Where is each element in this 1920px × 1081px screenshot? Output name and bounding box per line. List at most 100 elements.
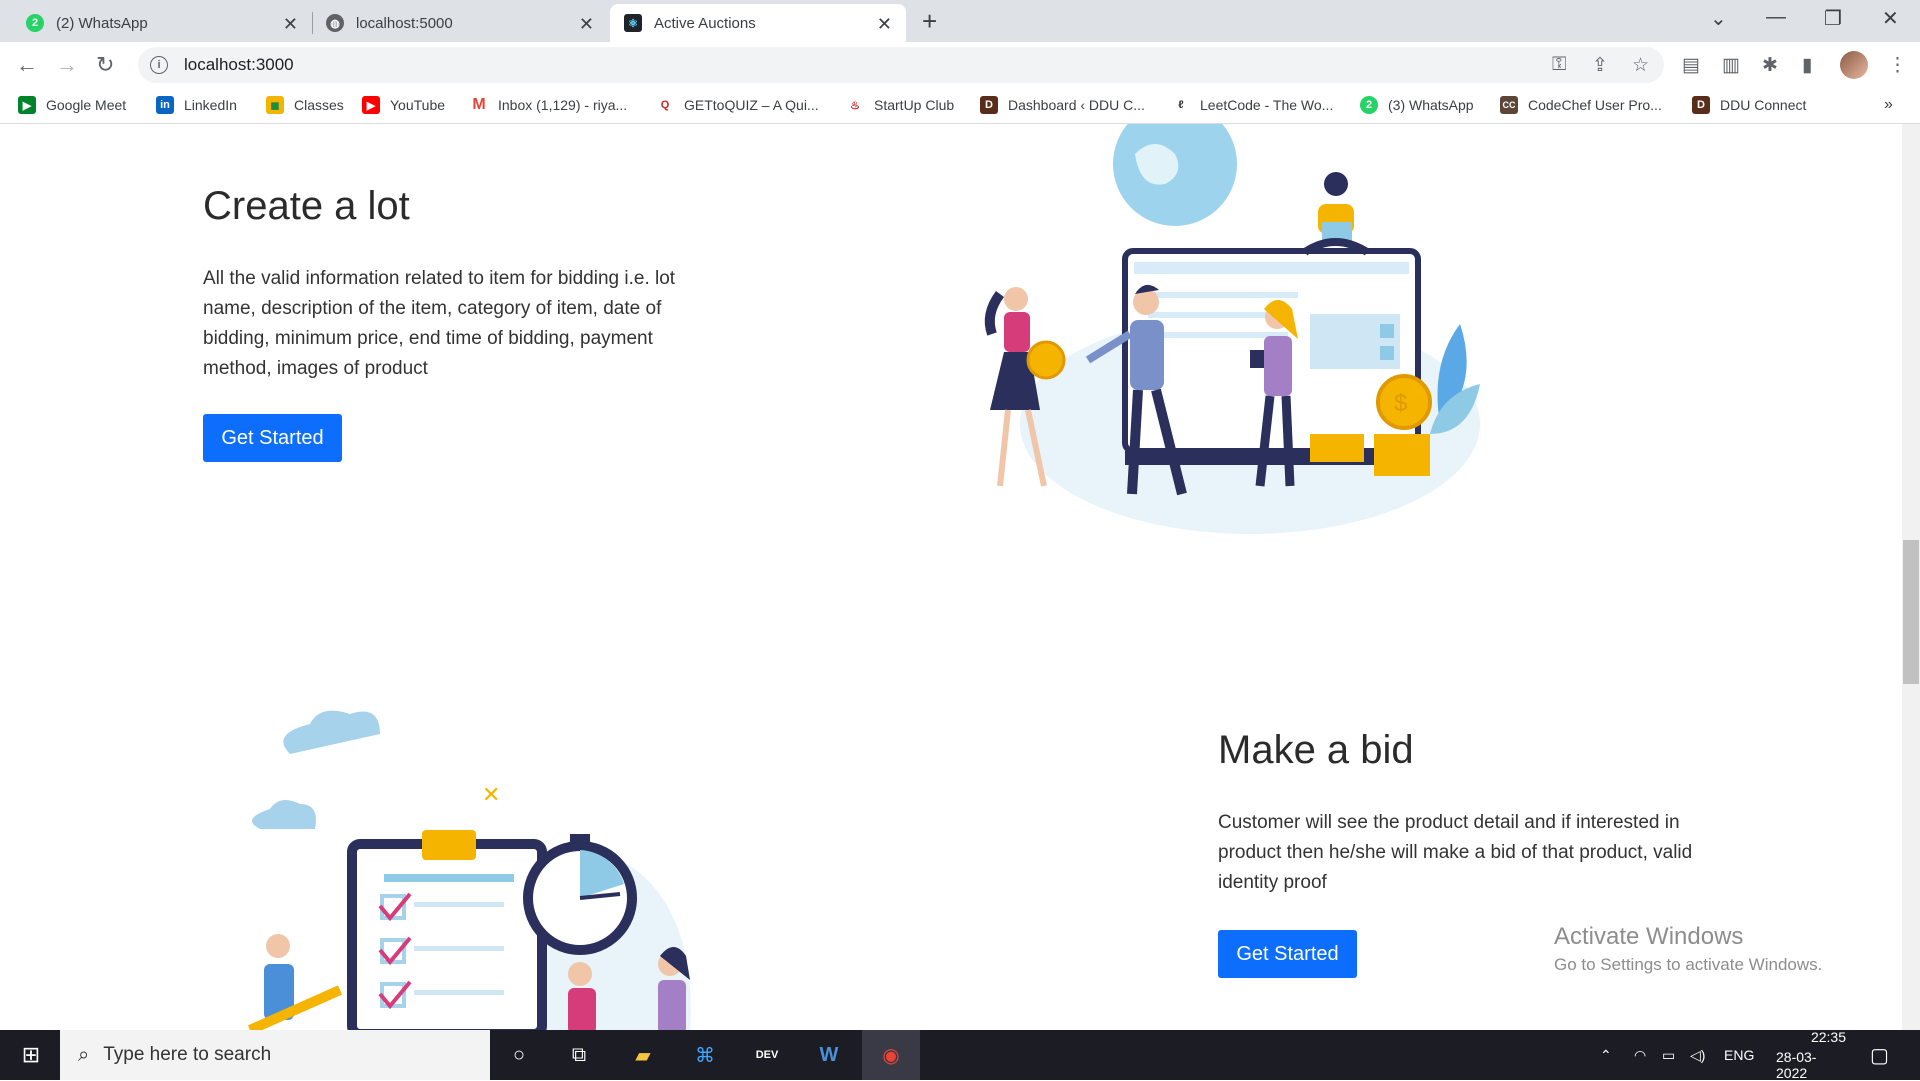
bookmark-label: DDU Connect bbox=[1720, 97, 1807, 113]
language-indicator[interactable]: ENG bbox=[1724, 1030, 1754, 1080]
address-bar[interactable]: i localhost:3000 bbox=[138, 47, 1664, 83]
whatsapp-icon: 2 bbox=[1360, 96, 1378, 114]
close-icon[interactable]: ✕ bbox=[877, 14, 892, 35]
bookmark-gettoquiz[interactable]: Q GETtoQUIZ – A Qui... bbox=[656, 96, 819, 114]
auction-illustration: $ bbox=[984, 124, 1480, 534]
share-icon[interactable]: ⇪ bbox=[1592, 54, 1608, 77]
google-meet-icon: ▶ bbox=[18, 96, 36, 114]
side-panel-icon[interactable]: ▮ bbox=[1802, 54, 1812, 77]
bookmark-youtube[interactable]: ▶ YouTube bbox=[362, 96, 445, 114]
cloud-icon bbox=[252, 800, 316, 829]
extension-doc-icon[interactable]: ▥ bbox=[1722, 54, 1740, 77]
youtube-icon: ▶ bbox=[362, 96, 380, 114]
windows-start-icon[interactable]: ⊞ bbox=[2, 1030, 60, 1080]
extension-notes-icon[interactable]: ▤ bbox=[1682, 54, 1700, 77]
coin-stack bbox=[1310, 434, 1364, 462]
activate-windows-watermark: Activate Windows Go to Settings to activ… bbox=[1554, 923, 1822, 975]
bookmark-label: YouTube bbox=[390, 97, 446, 113]
bookmark-linkedin[interactable]: in LinkedIn bbox=[156, 96, 237, 114]
search-icon: ⌕ bbox=[78, 1043, 90, 1066]
scrollbar-thumb[interactable] bbox=[1903, 540, 1919, 684]
bookmarks-overflow-icon[interactable]: » bbox=[1884, 96, 1893, 114]
bookmark-codechef[interactable]: CC CodeChef User Pro... bbox=[1500, 96, 1662, 114]
bookmark-label: LinkedIn bbox=[184, 97, 237, 113]
close-icon[interactable]: ✕ bbox=[579, 14, 594, 35]
site-info-icon[interactable]: i bbox=[150, 56, 168, 74]
tab-label: localhost:5000 bbox=[356, 14, 453, 32]
tab-whatsapp[interactable]: 2 (2) WhatsApp ✕ bbox=[12, 4, 312, 42]
get-started-button[interactable]: Get Started bbox=[203, 414, 342, 462]
cortana-icon[interactable]: ○ bbox=[490, 1030, 548, 1080]
page-viewport: Create a lot All the valid information r… bbox=[0, 124, 1902, 1030]
search-placeholder: Type here to search bbox=[103, 1044, 272, 1065]
clock-time: 22:35 bbox=[1810, 1029, 1846, 1045]
volume-icon[interactable]: ◁) bbox=[1690, 1030, 1705, 1080]
coin-stack bbox=[1374, 434, 1430, 476]
gmail-icon: M bbox=[472, 96, 486, 113]
minimize-icon[interactable]: — bbox=[1766, 6, 1786, 29]
whatsapp-icon: 2 bbox=[26, 14, 44, 32]
globe-icon: ◍ bbox=[326, 14, 344, 32]
tab-label: (2) WhatsApp bbox=[56, 14, 148, 32]
bookmark-dashboard[interactable]: D Dashboard ‹ DDU C... bbox=[980, 96, 1145, 114]
bookmark-label: Inbox (1,129) - riya... bbox=[498, 97, 628, 113]
bookmark-ddu-connect[interactable]: D DDU Connect bbox=[1692, 96, 1806, 114]
bookmark-startup-club[interactable]: ♨ StartUp Club bbox=[846, 96, 954, 114]
bookmark-classes[interactable]: ◼ Classes bbox=[266, 96, 344, 114]
react-icon: ⚛ bbox=[624, 14, 642, 32]
vscode-icon[interactable]: ⌘ bbox=[676, 1030, 734, 1080]
bookmark-star-icon[interactable]: ☆ bbox=[1632, 54, 1649, 77]
battery-icon[interactable]: ▭ bbox=[1662, 1030, 1675, 1080]
tab-localhost-5000[interactable]: ◍ localhost:5000 ✕ bbox=[312, 4, 608, 42]
classroom-icon: ◼ bbox=[266, 96, 284, 114]
cloud-icon bbox=[283, 710, 380, 754]
startup-club-icon: ♨ bbox=[850, 99, 860, 112]
pencil-icon bbox=[247, 985, 343, 1030]
bookmark-label: CodeChef User Pro... bbox=[1528, 97, 1662, 113]
file-explorer-icon[interactable]: ▰ bbox=[614, 1030, 672, 1080]
window-close-icon[interactable]: ✕ bbox=[1882, 6, 1899, 31]
notifications-icon[interactable]: ▢ bbox=[1870, 1030, 1889, 1080]
chrome-icon[interactable]: ◉ bbox=[862, 1030, 920, 1080]
ddu-icon: D bbox=[1692, 96, 1710, 114]
task-view-icon[interactable]: ⧉ bbox=[550, 1030, 608, 1080]
ddu-icon: D bbox=[980, 96, 998, 114]
clock-date: 28-03-2022 bbox=[1776, 1049, 1817, 1081]
svg-text:$: $ bbox=[1394, 390, 1407, 417]
bookmark-gmail[interactable]: M Inbox (1,129) - riya... bbox=[470, 96, 627, 114]
section-description: Customer will see the product detail and… bbox=[1218, 812, 1693, 893]
avatar[interactable] bbox=[1840, 51, 1868, 79]
key-icon[interactable]: ⚿ bbox=[1552, 54, 1566, 76]
bookmark-whatsapp[interactable]: 2 (3) WhatsApp bbox=[1360, 96, 1474, 114]
wifi-icon[interactable]: ◠ bbox=[1634, 1030, 1646, 1080]
section-title: Make a bid bbox=[1218, 728, 1414, 772]
tray-chevron-icon[interactable]: ⌃ bbox=[1600, 1030, 1612, 1080]
browser-toolbar: ← → ↻ i localhost:3000 ⚿ ⇪ ☆ ▤ ▥ ✱ ▮ ⋮ bbox=[0, 42, 1920, 88]
bookmarks-bar: ▶ Google Meet in LinkedIn ◼ Classes ▶ YouTub… bbox=[0, 88, 1920, 124]
bookmark-google-meet[interactable]: ▶ Google Meet bbox=[18, 96, 126, 114]
tab-search-icon[interactable]: ⌄ bbox=[1710, 6, 1727, 31]
clock[interactable]: 22:35 28-03-2022 bbox=[1776, 1029, 1846, 1081]
restore-icon[interactable]: ❐ bbox=[1824, 6, 1842, 31]
puzzle-icon[interactable]: ✱ bbox=[1762, 54, 1778, 77]
bookmark-leetcode[interactable]: ℓ LeetCode - The Wo... bbox=[1172, 96, 1333, 114]
word-icon[interactable]: W bbox=[800, 1030, 858, 1080]
menu-icon[interactable]: ⋮ bbox=[1888, 54, 1907, 77]
forward-icon[interactable]: → bbox=[56, 52, 78, 78]
devcpp-icon[interactable]: DEV bbox=[738, 1030, 796, 1080]
coin-icon bbox=[1026, 340, 1066, 380]
section-title: Create a lot bbox=[203, 184, 410, 228]
bookmark-label: GETtoQUIZ – A Qui... bbox=[684, 97, 819, 113]
tab-active-auctions[interactable]: ⚛ Active Auctions ✕ bbox=[610, 4, 906, 42]
tab-label: Active Auctions bbox=[654, 14, 756, 32]
new-tab-button[interactable]: + bbox=[922, 6, 937, 37]
get-started-button[interactable]: Get Started bbox=[1218, 930, 1357, 978]
reload-icon[interactable]: ↻ bbox=[96, 52, 114, 78]
checklist-illustration: ✕ bbox=[247, 710, 691, 1030]
taskbar-search[interactable]: ⌕ Type here to search bbox=[60, 1030, 490, 1080]
bookmark-label: StartUp Club bbox=[874, 97, 955, 113]
quiz-icon: Q bbox=[660, 99, 670, 111]
bookmark-label: Google Meet bbox=[46, 97, 127, 113]
back-icon[interactable]: ← bbox=[16, 52, 38, 78]
close-icon[interactable]: ✕ bbox=[283, 14, 298, 35]
